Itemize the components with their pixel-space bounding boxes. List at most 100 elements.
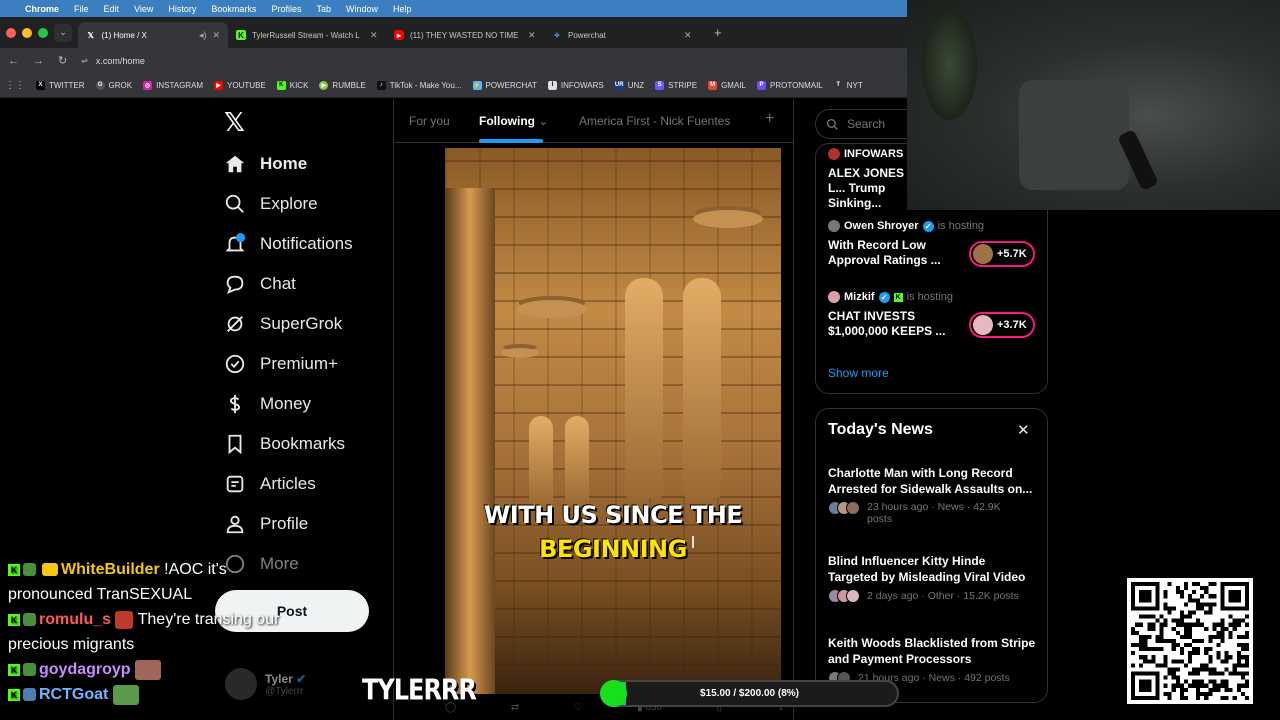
bookmark-infowars[interactable]: I INFOWARS <box>547 80 604 90</box>
bookmark-instagram[interactable]: ◎ INSTAGRAM <box>143 80 203 90</box>
sub-badge-icon <box>23 688 36 702</box>
url-field[interactable]: ⇌ x.com/home <box>81 56 145 66</box>
tab-for-you[interactable]: For you <box>409 114 450 128</box>
live-item-infowars[interactable]: INFOWARS ALEX JONES L... Trump Sinking..… <box>828 148 908 211</box>
menu-file[interactable]: File <box>74 4 89 14</box>
news-item[interactable]: Charlotte Man with Long Record Arrested … <box>828 465 1038 525</box>
site-info-icon[interactable]: ⇌ <box>81 56 88 65</box>
video-frame-ufo <box>517 300 587 318</box>
menu-profiles[interactable]: Profiles <box>271 4 301 14</box>
nav-explore-label: Explore <box>260 194 318 213</box>
unz-icon: UR <box>614 80 624 90</box>
nav-chat[interactable]: Chat <box>224 273 296 295</box>
live-item-mizkif[interactable]: Mizkif ✓ Kis hosting CHAT INVESTS $1,000,0… <box>828 291 958 339</box>
verified-badge-icon <box>225 354 245 374</box>
nav-premium[interactable]: Premium+ <box>224 353 338 375</box>
bookmark-unz[interactable]: UR UNZ <box>614 80 644 90</box>
video-caption: WITH US SINCE THE BEGINNING <box>445 498 781 566</box>
tab-indicator <box>479 139 543 143</box>
menu-history[interactable]: History <box>168 4 196 14</box>
nav-notifications[interactable]: Notifications <box>224 233 353 255</box>
nav-profile-label: Profile <box>260 514 309 533</box>
like-icon[interactable]: ♡ <box>574 702 583 713</box>
kick-icon: K <box>236 30 246 40</box>
bookmark-grok[interactable]: G GROK <box>95 80 132 90</box>
nav-articles[interactable]: Articles <box>224 473 316 495</box>
feed-tabs: For you Following ⌄ America First - Nick… <box>394 99 794 143</box>
kick-icon: K <box>8 613 20 626</box>
menu-edit[interactable]: Edit <box>104 4 120 14</box>
close-icon[interactable]: ✕ <box>1017 421 1030 439</box>
x-logo-icon[interactable]: 𝕏 <box>224 108 245 138</box>
bookmark-nyt[interactable]: T NYT <box>833 80 863 90</box>
tab-kick-stream[interactable]: K TylerRussell Stream - Watch L ✕ <box>228 22 386 48</box>
nav-profile[interactable]: Profile <box>224 513 308 535</box>
menu-app-name[interactable]: Chrome <box>25 4 59 14</box>
retweet-icon[interactable]: ⇄ <box>511 702 519 713</box>
nav-premium-label: Premium+ <box>260 354 338 373</box>
news-meta: 23 hours ago · News · 42.9K posts <box>867 501 1001 525</box>
tab-title: (1) Home / X <box>101 30 147 40</box>
tab-x-home[interactable]: 𝕏 (1) Home / X ◂) ✕ <box>78 22 228 48</box>
viewer-count-badge[interactable]: +3.7K <box>969 312 1035 338</box>
nyt-icon: T <box>833 80 843 90</box>
donation-progress-knob <box>600 680 627 707</box>
tab-list[interactable]: America First - Nick Fuentes <box>579 114 730 128</box>
reload-icon[interactable]: ↻ <box>58 54 67 67</box>
nav-supergrok[interactable]: SuperGrok <box>224 313 342 335</box>
tab-youtube[interactable]: ▸ (11) THEY WASTED NO TIME ✕ <box>386 22 544 48</box>
host-name: Owen Shroyer <box>844 220 919 232</box>
apps-grid-icon[interactable]: ⋮⋮ <box>5 80 25 91</box>
close-tab-icon[interactable]: ✕ <box>370 30 378 41</box>
bookmark-gmail[interactable]: M GMAIL <box>708 80 746 90</box>
bookmark-rumble[interactable]: ▶ RUMBLE <box>319 80 366 90</box>
viewer-count-badge[interactable]: +5.7K <box>969 241 1035 267</box>
nav-bookmarks[interactable]: Bookmarks <box>224 433 345 455</box>
menu-view[interactable]: View <box>134 4 153 14</box>
video-frame-figure <box>529 416 553 506</box>
close-tab-icon[interactable]: ✕ <box>528 30 536 41</box>
url-text[interactable]: x.com/home <box>96 56 145 66</box>
news-item[interactable]: Blind Influencer Kitty Hinde Targeted by… <box>828 553 1038 603</box>
news-item[interactable]: Keith Woods Blacklisted from Stripe and … <box>828 635 1038 685</box>
bookmark-twitter[interactable]: X TWITTER <box>36 80 85 90</box>
bookmark-stripe[interactable]: S STRIPE <box>655 80 697 90</box>
bookmark-kick[interactable]: K KICK <box>276 80 308 90</box>
new-tab-button[interactable]: + <box>714 25 722 40</box>
nav-money[interactable]: Money <box>224 393 311 415</box>
back-icon[interactable]: ← <box>8 55 19 67</box>
chat-message: Kgoydagroyp <box>8 657 308 682</box>
nav-explore[interactable]: Explore <box>224 193 318 215</box>
speaker-icon[interactable]: ◂) <box>199 30 207 41</box>
host-avatar <box>828 220 840 232</box>
bookmark-tiktok[interactable]: ♪ TikTok - Make You... <box>376 80 462 90</box>
show-more-link[interactable]: Show more <box>828 366 889 380</box>
nav-home[interactable]: Home <box>224 153 307 175</box>
bookmark-protonmail[interactable]: P PROTONMAIL <box>756 80 823 90</box>
menu-window[interactable]: Window <box>346 4 378 14</box>
video-player[interactable] <box>445 148 781 694</box>
emote-icon <box>115 610 134 629</box>
tab-powerchat[interactable]: ✧ Powerchat ✕ <box>544 22 700 48</box>
add-tab-icon[interactable]: + <box>765 110 774 128</box>
gmail-icon: M <box>708 80 718 90</box>
forward-icon[interactable]: → <box>33 55 44 67</box>
close-tab-icon[interactable]: ✕ <box>212 30 220 41</box>
host-avatar <box>828 291 840 303</box>
menu-bar: Chrome File Edit View History Bookmarks … <box>0 0 907 17</box>
close-tab-icon[interactable]: ✕ <box>684 30 692 41</box>
bookmark-powerchat[interactable]: ⚡ POWERCHAT <box>472 80 537 90</box>
tab-search-button[interactable]: ⌄ <box>54 23 72 42</box>
zoom-window-button[interactable] <box>38 27 48 38</box>
menu-bookmarks[interactable]: Bookmarks <box>211 4 256 14</box>
menu-tab[interactable]: Tab <box>316 4 331 14</box>
close-window-button[interactable] <box>6 27 16 38</box>
address-bar: ← → ↻ ⇌ x.com/home <box>0 48 907 73</box>
chat-message: Kromulu_s They're transing our precious … <box>8 610 280 653</box>
menu-help[interactable]: Help <box>393 4 412 14</box>
bookmark-youtube[interactable]: ▶ YOUTUBE <box>214 80 266 90</box>
minimize-window-button[interactable] <box>22 27 32 38</box>
video-frame-figure <box>683 278 721 498</box>
live-item-owen[interactable]: Owen Shroyer ✓ is hosting With Record Low … <box>828 220 984 268</box>
tab-following[interactable]: Following ⌄ <box>479 114 548 128</box>
